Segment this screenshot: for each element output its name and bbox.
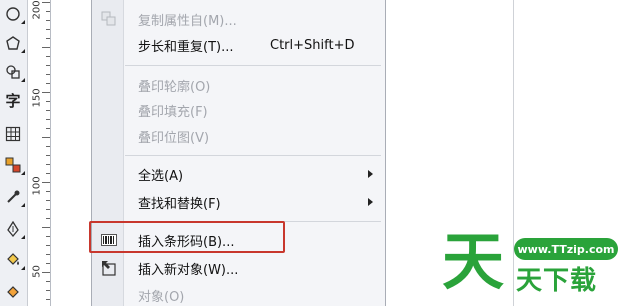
menu-item-overprint-bitmap[interactable]: 叠印位图(V) (92, 124, 385, 148)
menu-item-overprint-fill[interactable]: 叠印填充(F) (92, 98, 385, 122)
ruler-tick (46, 155, 50, 156)
ruler-tick (46, 38, 50, 39)
ruler-tick (46, 173, 50, 174)
menu-item-find-replace[interactable]: 查找和替换(F) (92, 190, 385, 214)
menu-item-label: 叠印轮廓(O) (138, 79, 211, 95)
menu-item-step-and-repeat[interactable]: 步长和重复(T)... Ctrl+Shift+D (92, 33, 385, 57)
ruler-tick (46, 290, 50, 291)
ruler-mark-100: 100 (31, 176, 43, 196)
ruler-tick (46, 200, 50, 201)
menu-item-shortcut: Ctrl+Shift+D (270, 37, 355, 53)
ruler-tick (46, 164, 50, 165)
highlight-box (89, 221, 285, 253)
ruler-tick (46, 119, 50, 120)
ruler-tick (42, 227, 50, 228)
ruler-tick (42, 47, 50, 48)
ruler-tick (42, 2, 50, 3)
menu-item-label: 对象(O) (138, 289, 185, 305)
vertical-ruler: 200 150 100 50 (28, 0, 51, 306)
interactive-fill-tool-icon[interactable] (3, 280, 23, 300)
menu-item-label: 叠印位图(V) (138, 130, 210, 146)
ruler-tick (46, 101, 50, 102)
ruler-tick (46, 29, 50, 30)
ruler-tick (46, 245, 50, 246)
ruler-tick (42, 92, 50, 93)
menu-item-label: 全选(A) (138, 168, 184, 184)
ruler-tick (46, 191, 50, 192)
menu-item-label: 插入新对象(W)... (138, 262, 239, 278)
insert-object-icon (102, 261, 116, 276)
watermark-logo: 天 www.TTzip.com 天下载 (440, 225, 618, 306)
ruler-tick (46, 209, 50, 210)
context-menu: 复制属性自(M)... 步长和重复(T)... Ctrl+Shift+D 叠印轮… (91, 0, 386, 306)
menu-item-insert-new-object[interactable]: 插入新对象(W)... (92, 256, 385, 280)
ruler-tick (46, 236, 50, 237)
ruler-mark-50: 50 (31, 265, 43, 278)
menu-item-label: 查找和替换(F) (138, 196, 221, 212)
ruler-tick (46, 299, 50, 300)
ruler-tick (46, 146, 50, 147)
logo-url-bubble: www.TTzip.com (514, 238, 618, 260)
ruler-mark-150: 150 (31, 88, 43, 108)
submenu-arrow-icon (368, 198, 373, 206)
menu-separator (125, 65, 381, 66)
ruler-tick (46, 281, 50, 282)
logo-small-text: 天下载 (516, 266, 598, 296)
ruler-tick (46, 83, 50, 84)
ruler-tick (46, 74, 50, 75)
ruler-tick (46, 65, 50, 66)
fill-tool-icon[interactable] (3, 250, 25, 270)
ruler-tick (46, 218, 50, 219)
ruler-tick (46, 11, 50, 12)
ruler-tick (46, 110, 50, 111)
basic-shapes-tool-icon[interactable] (3, 62, 25, 82)
ruler-tick (46, 20, 50, 21)
menu-item-label: 叠印填充(F) (138, 104, 208, 120)
logo-big-char: 天 (442, 225, 505, 298)
ruler-mark-200: 200 (31, 0, 43, 20)
menu-separator (125, 155, 381, 156)
menu-item-overprint-outline[interactable]: 叠印轮廓(O) (92, 73, 385, 97)
ruler-tick (46, 128, 50, 129)
ruler-tick (42, 137, 50, 138)
ruler-tick (42, 272, 50, 273)
menu-item-object[interactable]: 对象(O) (92, 283, 385, 307)
polygon-tool-icon[interactable] (3, 33, 25, 53)
ruler-tick (46, 56, 50, 57)
text-tool-icon[interactable]: 字 (3, 91, 23, 111)
ruler-tick (42, 182, 50, 183)
blend-tool-icon[interactable] (3, 155, 25, 175)
submenu-arrow-icon (368, 170, 373, 178)
menu-item-select-all[interactable]: 全选(A) (92, 162, 385, 186)
copy-properties-icon (101, 11, 116, 26)
ellipse-tool-icon[interactable] (3, 4, 25, 24)
eyedropper-tool-icon[interactable] (3, 187, 25, 207)
table-tool-icon[interactable] (3, 124, 23, 144)
ruler-tick (46, 254, 50, 255)
text-tool-label: 字 (5, 92, 21, 110)
menu-item-label: 步长和重复(T)... (138, 39, 234, 55)
outline-pen-tool-icon[interactable] (3, 219, 25, 239)
toolbox: 字 (0, 0, 28, 306)
menu-item-label: 复制属性自(M)... (138, 13, 237, 29)
ruler-tick (46, 263, 50, 264)
menu-item-copy-properties[interactable]: 复制属性自(M)... (92, 7, 385, 31)
